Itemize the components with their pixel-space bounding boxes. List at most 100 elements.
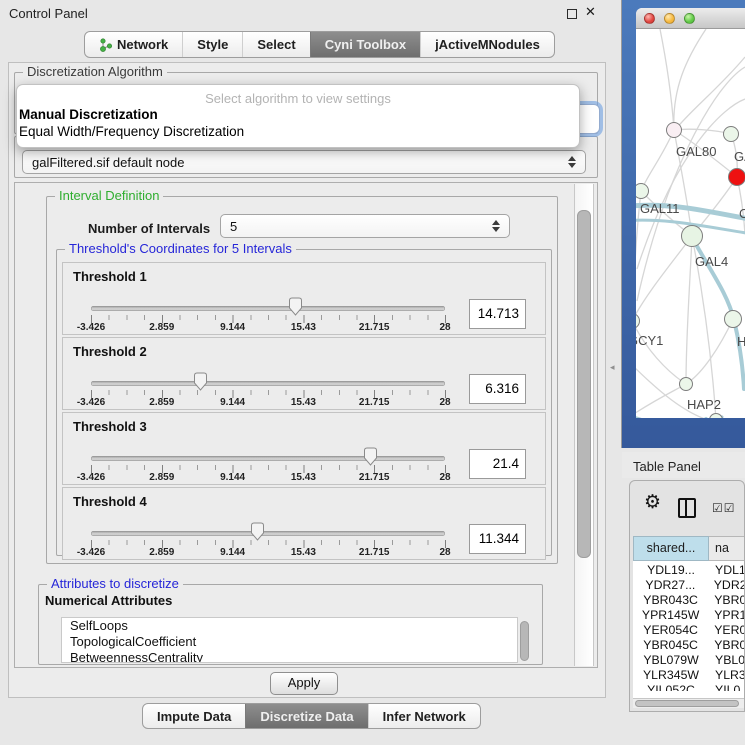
tab-jactivemnodules[interactable]: jActiveMNodules <box>420 32 554 57</box>
threshold-value-field[interactable]: 14.713 <box>469 299 526 329</box>
cell-name: YBR0 <box>708 593 745 608</box>
cell-name: YBR0 <box>708 638 745 653</box>
tab-label: Infer Network <box>383 709 466 724</box>
num-intervals-combo[interactable]: 5 <box>220 214 510 238</box>
tab-impute-data[interactable]: Impute Data <box>143 704 245 728</box>
column-header-name[interactable]: na <box>709 536 745 561</box>
slider-thumb[interactable] <box>193 372 208 391</box>
attribute-list-item[interactable]: TopologicalCoefficient <box>62 634 517 650</box>
scale-label: 15.43 <box>291 547 316 558</box>
threshold-label: Threshold 1 <box>73 269 147 284</box>
zoom-traffic-light-icon[interactable] <box>684 13 695 24</box>
tab-select[interactable]: Select <box>242 32 309 57</box>
scale-label: 15.43 <box>291 472 316 483</box>
cell-shared-name: YLR345W <box>633 668 709 683</box>
table-horizontal-scrollbar-thumb[interactable] <box>635 700 739 707</box>
network-node-label: GAL4 <box>695 254 728 269</box>
close-icon[interactable]: ✕ <box>585 4 596 20</box>
slider-major-ticks <box>91 465 446 473</box>
tab-label: Cyni Toolbox <box>325 37 406 52</box>
algorithm-option-manual[interactable]: Manual Discretization <box>17 106 579 123</box>
slider-track[interactable] <box>91 456 445 461</box>
network-canvas[interactable]: GAL80GACGAL11GAL4GCY1HHAP2 <box>636 29 745 418</box>
main-vertical-scrollbar-thumb[interactable] <box>577 210 591 558</box>
num-intervals-label: Number of Intervals <box>88 221 210 236</box>
table-row[interactable]: YPR145WYPR1 <box>633 608 745 623</box>
discretization-algorithm-group-title: Discretization Algorithm <box>23 64 167 79</box>
table-panel-title: Table Panel <box>633 459 701 474</box>
attributes-group-title: Attributes to discretize <box>47 576 183 591</box>
table-rows: YDL19...YDL1YDR27...YDR2YBR043CYBR0YPR14… <box>633 563 745 691</box>
scale-label: -3.426 <box>77 397 105 408</box>
slider-track[interactable] <box>91 381 445 386</box>
threshold-panel: Threshold 3 21.4 -3.4262.8599.14415.4321… <box>62 412 546 485</box>
scale-label: 2.859 <box>149 322 174 333</box>
threshold-value-field[interactable]: 21.4 <box>469 449 526 479</box>
table-row[interactable]: YBR043CYBR0 <box>633 593 745 608</box>
slider-track[interactable] <box>91 306 445 311</box>
scale-label: 21.715 <box>359 322 390 333</box>
network-node-selected-red[interactable] <box>728 168 745 186</box>
close-traffic-light-icon[interactable] <box>644 13 655 24</box>
network-node-h[interactable] <box>724 310 742 328</box>
attribute-list-item[interactable]: SelfLoops <box>62 618 517 634</box>
slider-thumb[interactable] <box>363 447 378 466</box>
attribute-list-item[interactable]: BetweennessCentrality <box>62 650 517 663</box>
apply-button[interactable]: Apply <box>270 672 338 695</box>
tab-label: Style <box>197 37 228 52</box>
network-node-label: GCY1 <box>636 333 663 348</box>
cell-name: YDL1 <box>709 563 745 578</box>
numerical-attributes-list[interactable]: SelfLoopsTopologicalCoefficientBetweenne… <box>61 617 518 663</box>
slider-track[interactable] <box>91 531 445 536</box>
table-row[interactable]: YLR345WYLR3 <box>633 668 745 683</box>
minimize-traffic-light-icon[interactable] <box>664 13 675 24</box>
gear-icon[interactable]: ⚙ <box>644 491 661 514</box>
splitter-grip-icon[interactable]: ◂ <box>610 362 615 373</box>
slider-thumb[interactable] <box>288 297 303 316</box>
algorithm-option-equal-width[interactable]: Equal Width/Frequency Discretization <box>17 123 579 140</box>
thresholds-group-title: Threshold's Coordinates for 5 Intervals <box>65 241 296 256</box>
network-node-gal4[interactable] <box>681 225 703 247</box>
slider-thumb[interactable] <box>250 522 265 541</box>
cell-name: YBL0 <box>709 653 745 668</box>
table-data-combo-value: galFiltered.sif default node <box>32 155 184 170</box>
threshold-value-field[interactable]: 6.316 <box>469 374 526 404</box>
threshold-label: Threshold 2 <box>73 344 147 359</box>
threshold-panel: Threshold 2 6.316 -3.4262.8599.14415.432… <box>62 337 546 410</box>
table-row[interactable]: YDL19...YDL1 <box>633 563 745 578</box>
threshold-value-field[interactable]: 11.344 <box>469 524 526 554</box>
table-data-combo[interactable]: galFiltered.sif default node <box>22 150 586 174</box>
network-node-gal7[interactable] <box>723 126 739 142</box>
scale-label: 15.43 <box>291 322 316 333</box>
cell-name: YDR2 <box>708 578 745 593</box>
scale-label: -3.426 <box>77 322 105 333</box>
network-node-gal80[interactable] <box>666 122 682 138</box>
network-window-titlebar[interactable] <box>636 8 745 29</box>
tab-discretize-data[interactable]: Discretize Data <box>245 704 367 728</box>
table-horizontal-scrollbar[interactable] <box>633 698 745 708</box>
table-row[interactable]: YER054CYER0 <box>633 623 745 638</box>
tab-label: Impute Data <box>157 709 231 724</box>
cell-name: YPR1 <box>708 608 745 623</box>
scale-label: 28 <box>439 322 450 333</box>
tab-network[interactable]: Network <box>85 32 182 57</box>
algorithm-placeholder-option[interactable]: Select algorithm to view settings <box>17 91 579 106</box>
cell-shared-name: YBR045C <box>633 638 708 653</box>
scale-label: 2.859 <box>149 472 174 483</box>
table-row[interactable]: YBR045CYBR0 <box>633 638 745 653</box>
tab-cyni-toolbox[interactable]: Cyni Toolbox <box>310 32 420 57</box>
scale-label: 21.715 <box>359 472 390 483</box>
column-header-shared-name[interactable]: shared... <box>633 536 709 561</box>
columns-icon[interactable] <box>678 498 696 518</box>
network-node-label: GAL11 <box>640 201 680 216</box>
network-node-hap2[interactable] <box>679 377 693 391</box>
table-row[interactable]: YIL052CYIL0 <box>633 683 745 691</box>
checkboxes-icon[interactable]: ☑☑ <box>712 501 736 515</box>
table-row[interactable]: YBL079WYBL0 <box>633 653 745 668</box>
table-row[interactable]: YDR27...YDR2 <box>633 578 745 593</box>
network-window: GAL80GACGAL11GAL4GCY1HHAP2 <box>636 8 745 418</box>
tab-style[interactable]: Style <box>182 32 242 57</box>
tab-infer-network[interactable]: Infer Network <box>368 704 480 728</box>
attributes-list-scrollbar-thumb[interactable] <box>520 621 529 661</box>
float-window-icon[interactable] <box>567 9 577 19</box>
